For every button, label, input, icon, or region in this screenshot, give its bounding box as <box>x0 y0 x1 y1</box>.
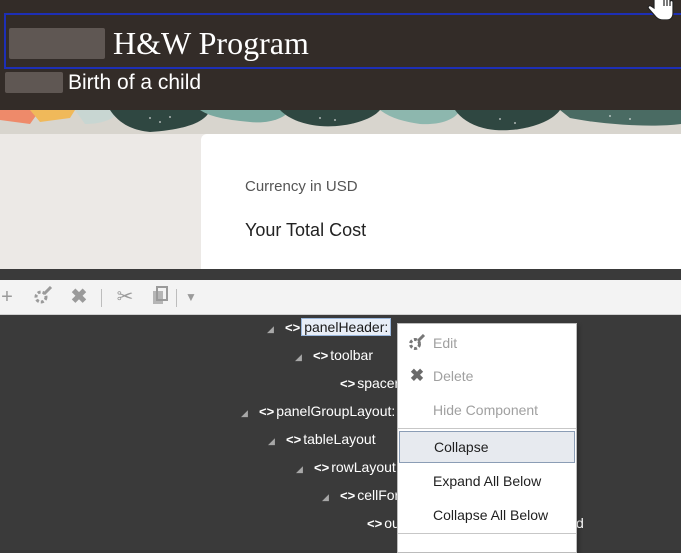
add-icon[interactable]: + <box>0 286 18 308</box>
structure-toolbar: + ✖ ✂ ▼ <box>0 280 681 315</box>
context-menu: Edit ✖ Delete Hide Component Collapse Ex… <box>397 323 577 553</box>
expand-triangle-icon[interactable]: ◢ <box>241 402 253 424</box>
expand-triangle-icon[interactable]: ◢ <box>295 346 307 368</box>
edit-icon[interactable] <box>32 285 54 308</box>
tree-node-toolbar[interactable]: ◢ <> toolbar <box>295 344 373 366</box>
tree-node-rowlayout[interactable]: ◢ <> rowLayout <box>296 456 396 478</box>
cost-summary-card <box>201 134 681 269</box>
tree-node-spacer[interactable]: <> spacer <box>340 372 399 394</box>
hand-cursor-icon <box>647 0 674 20</box>
page-title: H&W Program <box>113 25 309 61</box>
tree-node-cellformat[interactable]: ◢ <> cellFor <box>322 484 399 506</box>
expand-triangle-icon[interactable]: ◢ <box>268 430 280 452</box>
tree-node-panelheader[interactable]: ◢ <> panelHeader: <box>267 316 392 340</box>
selection-highlight-frame <box>4 13 681 69</box>
copy-icon[interactable] <box>149 286 171 308</box>
component-tag-icon: <> <box>259 404 275 419</box>
component-tag-icon: <> <box>285 320 301 335</box>
decorative-banner <box>0 110 681 134</box>
component-tag-icon: <> <box>340 488 356 503</box>
tree-node-output[interactable]: <> ou <box>367 512 400 534</box>
redacted-subtitle-prefix <box>5 72 63 93</box>
panel-divider <box>0 269 681 280</box>
menu-item-expand-all-below[interactable]: Expand All Below <box>398 465 576 497</box>
tree-node-tablelayout[interactable]: ◢ <> tableLayout <box>268 428 376 450</box>
menu-item-collapse[interactable]: Collapse <box>399 431 575 463</box>
toolbar-separator <box>176 289 177 307</box>
menu-separator <box>398 428 576 429</box>
tree-node-panelgrouplayout[interactable]: ◢ <> panelGroupLayout: <box>241 400 395 422</box>
page-subtitle: Birth of a child <box>68 71 202 94</box>
menu-item-collapse-all-below[interactable]: Collapse All Below <box>398 499 576 531</box>
cut-icon[interactable]: ✂ <box>114 286 136 308</box>
total-cost-label: Your Total Cost <box>245 220 367 240</box>
component-tag-icon: <> <box>367 516 383 531</box>
menu-item-edit[interactable]: Edit <box>398 327 576 359</box>
toolbar-separator <box>101 289 102 307</box>
menu-item-hide-component[interactable]: Hide Component <box>398 394 576 426</box>
component-tag-icon: <> <box>340 376 356 391</box>
currency-label: Currency in USD <box>245 178 358 195</box>
page-header: H&W Program Birth of a child <box>0 0 681 110</box>
expand-triangle-icon[interactable]: ◢ <box>267 318 279 340</box>
delete-icon[interactable]: ✖ <box>68 286 90 308</box>
component-tag-icon: <> <box>313 348 329 363</box>
menu-item-delete[interactable]: ✖ Delete <box>398 360 576 392</box>
tree-node-trailing-text: d <box>576 515 584 531</box>
component-tag-icon: <> <box>314 460 330 475</box>
dropdown-arrow-icon[interactable]: ▼ <box>180 286 202 308</box>
component-tag-icon: <> <box>286 432 302 447</box>
menu-separator <box>398 533 576 534</box>
expand-triangle-icon[interactable]: ◢ <box>322 486 334 508</box>
redacted-title-prefix <box>9 28 105 59</box>
delete-icon: ✖ <box>409 366 425 385</box>
expand-triangle-icon[interactable]: ◢ <box>296 458 308 480</box>
edit-icon <box>408 333 426 352</box>
